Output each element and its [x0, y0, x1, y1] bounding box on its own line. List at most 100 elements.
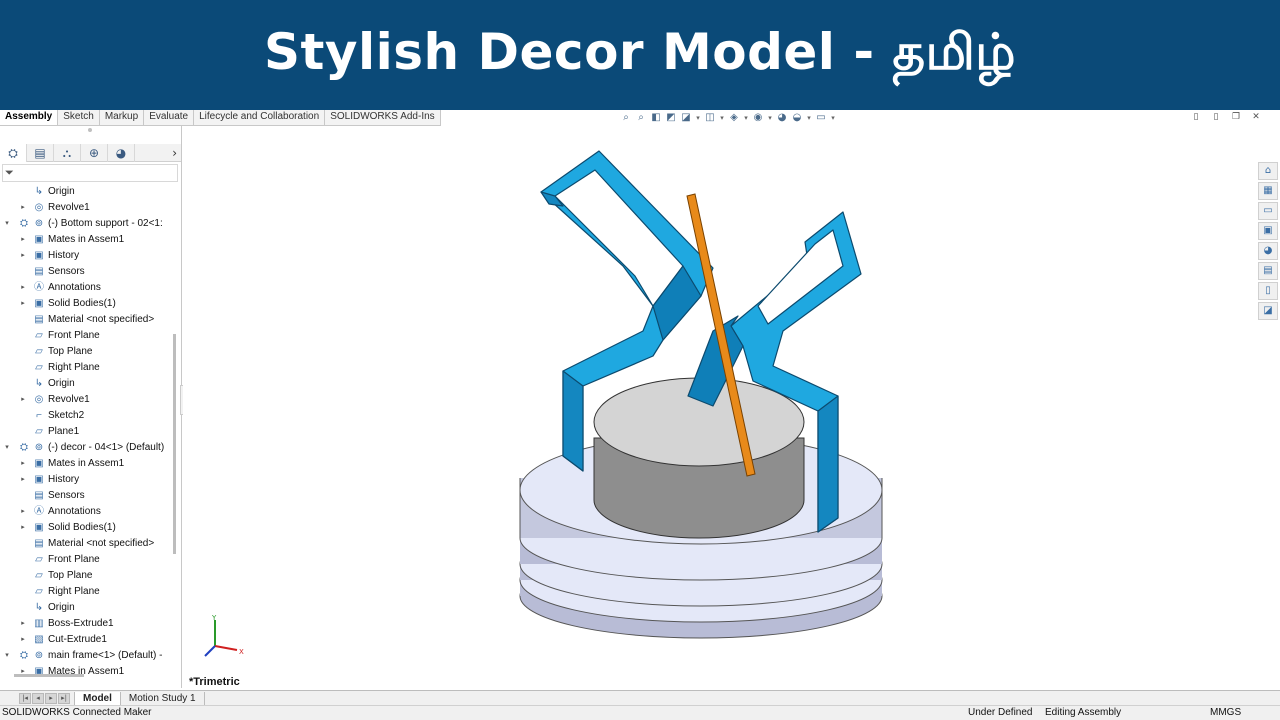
- zoom-to-fit-icon[interactable]: ⌕: [620, 112, 632, 124]
- tree-item[interactable]: ▸ ◎ Revolve1: [0, 392, 172, 408]
- assembly-model[interactable]: [183, 126, 1256, 688]
- tree-item[interactable]: ↳ Origin: [0, 600, 172, 616]
- tab-motion-study[interactable]: Motion Study 1: [121, 691, 205, 705]
- tree-item[interactable]: ▤ Sensors: [0, 488, 172, 504]
- tree-scrollbar[interactable]: [173, 334, 176, 554]
- tile-icon[interactable]: ▯: [1190, 111, 1202, 123]
- tree-item[interactable]: ▾ ⛭ ⊚ main frame<1> (Default) -: [0, 648, 172, 664]
- tab-addins[interactable]: SOLIDWORKS Add-Ins: [325, 110, 441, 125]
- view-palette-icon[interactable]: ▣: [1258, 222, 1278, 240]
- center-cylinder[interactable]: [593, 377, 805, 539]
- chevron-right-icon[interactable]: ▸: [19, 200, 27, 216]
- solidworks-resources-icon[interactable]: ⌂: [1258, 162, 1278, 180]
- chevron-right-icon[interactable]: ▸: [19, 616, 27, 632]
- appearances-icon[interactable]: ◕: [1258, 242, 1278, 260]
- chevron-right-icon[interactable]: ▸: [19, 456, 27, 472]
- tab-sketch[interactable]: Sketch: [58, 110, 100, 125]
- tree-item[interactable]: ▸ Ⓐ Annotations: [0, 280, 172, 296]
- chevron-right-icon[interactable]: ▸: [19, 520, 27, 536]
- tree-item[interactable]: ↳ Origin: [0, 376, 172, 392]
- chevron-right-icon[interactable]: ›: [172, 144, 177, 162]
- apply-scene-icon[interactable]: ◒: [791, 112, 803, 124]
- chevron-down-icon[interactable]: ▾: [3, 648, 11, 664]
- horizontal-scrollbar[interactable]: [14, 674, 84, 677]
- edit-appearance-icon[interactable]: ◕: [776, 112, 788, 124]
- tree-item[interactable]: ▱ Front Plane: [0, 552, 172, 568]
- chevron-down-icon[interactable]: ▾: [3, 440, 11, 456]
- chevron-right-icon[interactable]: ▸: [19, 280, 27, 296]
- featuremanager-tree-icon[interactable]: ⛭: [0, 144, 27, 162]
- tree-item[interactable]: ▸ ▧ Cut-Extrude1: [0, 632, 172, 648]
- chevron-right-icon[interactable]: ▸: [19, 248, 27, 264]
- graphics-area[interactable]: Y X *Trimetric: [183, 126, 1256, 688]
- tab-markup[interactable]: Markup: [99, 110, 145, 125]
- chevron-right-icon[interactable]: ▸: [19, 504, 27, 520]
- solidworks-3dexperience-icon[interactable]: ◪: [1258, 302, 1278, 320]
- panel-grip[interactable]: [88, 128, 92, 132]
- view-settings-icon[interactable]: ▭: [815, 112, 827, 124]
- tree-item[interactable]: ▾ ⛭ ⊚ (-) Bottom support - 02<1:: [0, 216, 172, 232]
- chevron-right-icon[interactable]: ▸: [19, 632, 27, 648]
- solidworks-forum-icon[interactable]: ▯: [1258, 282, 1278, 300]
- tab-assembly[interactable]: Assembly: [0, 110, 59, 125]
- tree-item[interactable]: ▸ ▣ Mates in Assem1: [0, 456, 172, 472]
- tree-item[interactable]: ▾ ⛭ ⊚ (-) decor - 04<1> (Default): [0, 440, 172, 456]
- chevron-right-icon[interactable]: ▸: [19, 296, 27, 312]
- chevron-down-icon[interactable]: ▾: [806, 112, 812, 124]
- previous-view-icon[interactable]: ◧: [650, 112, 662, 124]
- dynamic-annotation-icon[interactable]: ◪: [680, 112, 692, 124]
- tab-lifecycle[interactable]: Lifecycle and Collaboration: [194, 110, 326, 125]
- tree-item[interactable]: ↳ Origin: [0, 184, 172, 200]
- tree-item[interactable]: ▸ Ⓐ Annotations: [0, 504, 172, 520]
- tree-item[interactable]: ▸ ▣ Solid Bodies(1): [0, 520, 172, 536]
- chevron-down-icon[interactable]: ▾: [3, 216, 11, 232]
- chevron-right-icon[interactable]: ▸: [19, 472, 27, 488]
- tree-item[interactable]: ▸ ◎ Revolve1: [0, 200, 172, 216]
- tree-item[interactable]: ▸ ▣ Mates in Assem1: [0, 664, 172, 680]
- tree-item[interactable]: ▤ Material <not specified>: [0, 312, 172, 328]
- filter-icon[interactable]: ⏷: [5, 165, 14, 181]
- first-tab-icon[interactable]: |◂: [19, 692, 31, 704]
- dimxpert-icon[interactable]: ⊕: [81, 144, 108, 162]
- tree-item[interactable]: ▱ Plane1: [0, 424, 172, 440]
- tree-item[interactable]: ⌐ Sketch2: [0, 408, 172, 424]
- chevron-down-icon[interactable]: ▾: [719, 112, 725, 124]
- tab-evaluate[interactable]: Evaluate: [144, 110, 195, 125]
- tree-filter[interactable]: ⏷: [2, 164, 178, 182]
- tree-item[interactable]: ▸ ▣ History: [0, 472, 172, 488]
- last-tab-icon[interactable]: ▸|: [58, 692, 70, 704]
- restore-icon[interactable]: ❐: [1230, 111, 1242, 123]
- window-copy-icon[interactable]: ▯: [1210, 111, 1222, 123]
- chevron-right-icon[interactable]: ▸: [19, 232, 27, 248]
- chevron-right-icon[interactable]: ▸: [19, 392, 27, 408]
- tree-item[interactable]: ▱ Front Plane: [0, 328, 172, 344]
- tree-item[interactable]: ▤ Sensors: [0, 264, 172, 280]
- tab-model[interactable]: Model: [74, 691, 121, 705]
- status-units[interactable]: MMGS: [1210, 706, 1241, 720]
- hide-show-icon[interactable]: ◉: [752, 112, 764, 124]
- tree-item[interactable]: ▱ Right Plane: [0, 584, 172, 600]
- zoom-area-icon[interactable]: ⌕: [635, 112, 647, 124]
- display-manager-icon[interactable]: ◕: [108, 144, 135, 162]
- close-icon[interactable]: ✕: [1250, 111, 1262, 123]
- file-explorer-icon[interactable]: ▭: [1258, 202, 1278, 220]
- tree-item[interactable]: ▸ ▣ Mates in Assem1: [0, 232, 172, 248]
- chevron-down-icon[interactable]: ▾: [830, 112, 836, 124]
- tree-item[interactable]: ▱ Right Plane: [0, 360, 172, 376]
- previous-tab-icon[interactable]: ◂: [32, 692, 44, 704]
- next-tab-icon[interactable]: ▸: [45, 692, 57, 704]
- view-orientation-icon[interactable]: ◫: [704, 112, 716, 124]
- chevron-right-icon[interactable]: ▸: [19, 664, 27, 680]
- chevron-down-icon[interactable]: ▾: [767, 112, 773, 124]
- chevron-down-icon[interactable]: ▾: [743, 112, 749, 124]
- tree-item[interactable]: ▸ ▣ Solid Bodies(1): [0, 296, 172, 312]
- chevron-down-icon[interactable]: ▾: [695, 112, 701, 124]
- display-style-icon[interactable]: ◈: [728, 112, 740, 124]
- tree-item[interactable]: ▸ ▣ History: [0, 248, 172, 264]
- section-view-icon[interactable]: ◩: [665, 112, 677, 124]
- design-library-icon[interactable]: ▦: [1258, 182, 1278, 200]
- property-manager-icon[interactable]: ▤: [27, 144, 54, 162]
- tree-item[interactable]: ▱ Top Plane: [0, 568, 172, 584]
- configuration-manager-icon[interactable]: ⛬: [54, 144, 81, 162]
- custom-properties-icon[interactable]: ▤: [1258, 262, 1278, 280]
